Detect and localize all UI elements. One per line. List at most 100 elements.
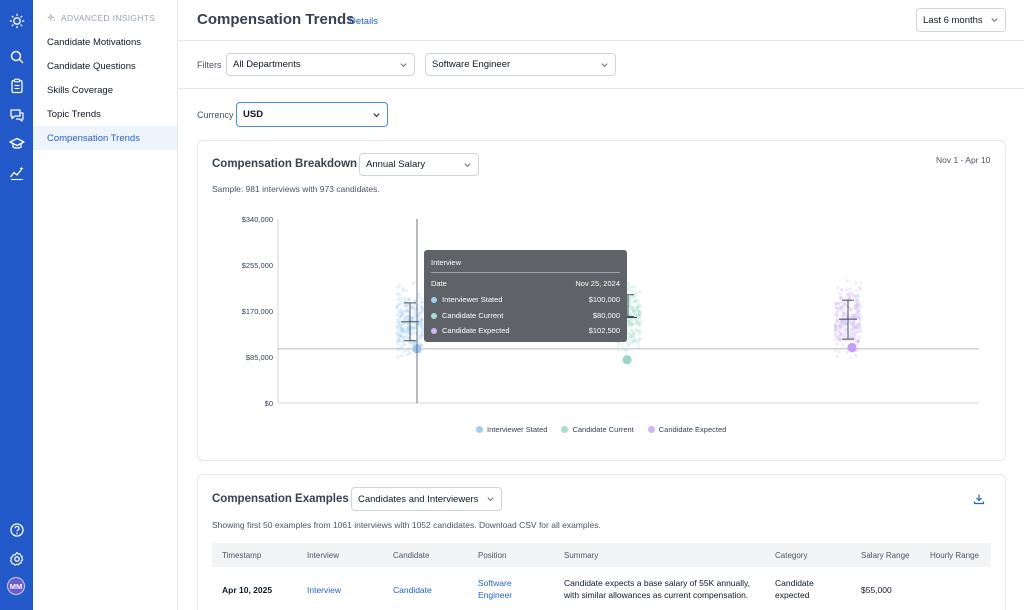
scatter-point xyxy=(833,338,837,342)
scatter-point xyxy=(838,292,842,296)
scatter-point xyxy=(841,337,845,341)
scatter-point xyxy=(838,323,842,327)
scatter-point xyxy=(850,324,855,328)
scatter-point xyxy=(638,332,642,337)
scatter-point xyxy=(841,331,845,336)
highlight-point xyxy=(847,342,857,353)
tooltip-row: Candidate Expected $102,500 xyxy=(431,326,620,335)
scatter-point xyxy=(845,288,849,292)
column-header[interactable]: Category xyxy=(775,551,807,560)
row-interview-link[interactable]: Interview xyxy=(307,584,341,596)
legend-item[interactable]: Candidate Current xyxy=(561,425,634,434)
legend-swatch xyxy=(476,426,483,433)
scatter-point xyxy=(636,341,640,345)
scatter-point xyxy=(395,305,399,309)
column-header[interactable]: Candidate xyxy=(393,551,429,560)
scatter-point xyxy=(412,281,416,285)
chart-tooltip: Interview Date Nov 25, 2024 Interviewer … xyxy=(424,250,627,342)
scatter-point xyxy=(854,330,858,334)
column-header[interactable]: Hourly Range xyxy=(930,551,979,560)
legend-item[interactable]: Candidate Expected xyxy=(647,425,726,434)
examples-filter-select[interactable]: Candidates and Interviewers xyxy=(351,487,502,511)
scatter-point xyxy=(834,313,838,317)
row-summary-line: with similar allowances as current compe… xyxy=(564,590,749,600)
scatter-point xyxy=(854,288,858,293)
scatter-point xyxy=(637,309,641,313)
row-category: Candidate expected xyxy=(775,577,814,601)
scatter-point xyxy=(854,281,858,285)
scatter-point xyxy=(844,332,848,336)
scatter-point xyxy=(836,285,840,290)
scatter-point xyxy=(627,285,631,289)
scatter-point xyxy=(855,322,860,326)
scatter-point xyxy=(627,342,631,347)
tooltip-row-value: $100,000 xyxy=(588,295,620,304)
scatter-point xyxy=(398,314,402,319)
scatter-point xyxy=(638,313,642,317)
scatter-point xyxy=(631,306,635,310)
scatter-point xyxy=(838,304,843,308)
series-dot xyxy=(431,327,437,334)
scatter-point xyxy=(848,327,853,331)
scatter-point xyxy=(849,291,854,295)
column-header[interactable]: Interview xyxy=(307,551,339,560)
scatter-point xyxy=(418,322,422,327)
column-header[interactable]: Salary Range xyxy=(861,551,909,560)
scatter-point xyxy=(412,303,416,307)
scatter-point xyxy=(637,345,641,349)
column-header[interactable]: Summary xyxy=(564,551,598,560)
scatter-point xyxy=(402,336,406,340)
row-position-link[interactable]: Software Engineer xyxy=(478,577,512,601)
series-dot xyxy=(431,296,437,303)
column-header[interactable]: Position xyxy=(478,551,506,560)
scatter-point xyxy=(617,347,621,352)
scatter-point xyxy=(633,285,637,289)
scatter-point xyxy=(630,285,634,289)
scatter-point xyxy=(411,326,415,330)
scatter-point xyxy=(402,329,406,333)
scatter-point xyxy=(400,354,404,358)
scatter-point xyxy=(407,298,411,302)
row-summary: Candidate expects a base salary of 55K a… xyxy=(564,577,750,601)
scatter-point xyxy=(616,345,620,349)
scatter-point xyxy=(841,307,846,311)
scatter-point xyxy=(833,328,837,332)
scatter-point xyxy=(849,356,853,360)
scatter-point xyxy=(858,325,863,329)
row-position-line: Software xyxy=(478,578,512,588)
scatter-point xyxy=(406,332,410,336)
scatter-point xyxy=(397,321,401,325)
scatter-point xyxy=(845,350,849,354)
scatter-point xyxy=(628,303,632,307)
row-candidate-link[interactable]: Candidate xyxy=(393,584,432,596)
scatter-point xyxy=(410,333,415,337)
scatter-point xyxy=(857,285,861,289)
legend-label: Candidate Current xyxy=(572,425,634,434)
scatter-point xyxy=(855,309,860,313)
scatter-point xyxy=(848,295,852,299)
scatter-point xyxy=(404,289,408,293)
legend-item[interactable]: Interviewer Stated xyxy=(476,425,547,434)
scatter-point xyxy=(634,329,638,333)
scatter-point xyxy=(845,293,849,298)
row-summary-line: Candidate expects a base salary of 55K a… xyxy=(564,578,751,588)
row-timestamp: Apr 10, 2025 xyxy=(222,585,273,595)
scatter-point xyxy=(856,339,860,343)
examples-title: Compensation Examples xyxy=(212,493,349,505)
row-salary-range: $55,000 xyxy=(861,585,892,595)
scatter-point xyxy=(419,317,423,321)
scatter-point xyxy=(848,287,852,291)
scatter-point xyxy=(395,330,399,334)
scatter-point xyxy=(413,306,417,310)
scatter-point xyxy=(635,302,640,306)
scatter-point xyxy=(396,355,400,359)
tooltip-divider xyxy=(431,272,620,273)
download-icon[interactable] xyxy=(973,493,985,505)
legend-label: Interviewer Stated xyxy=(487,425,548,434)
scatter-point xyxy=(637,321,641,325)
scatter-point xyxy=(859,329,863,333)
row-category-line: expected xyxy=(775,590,810,600)
scatter-point xyxy=(854,354,858,358)
column-header[interactable]: Timestamp xyxy=(222,551,261,560)
tooltip-row-label: Interviewer Stated xyxy=(442,295,503,304)
